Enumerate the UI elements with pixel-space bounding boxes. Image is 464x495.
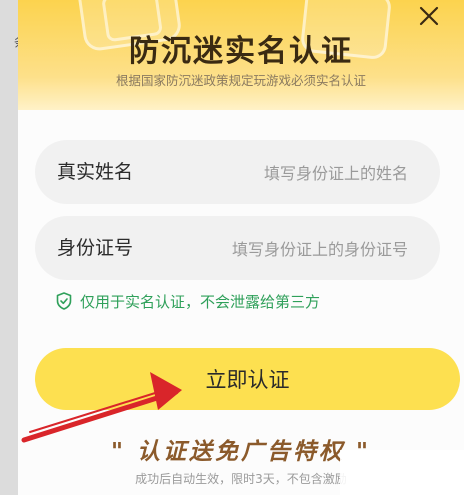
close-button[interactable] <box>413 0 445 32</box>
dialog-subtitle: 根据国家防沉迷政策规定玩游戏必须实名认证 <box>115 73 366 88</box>
watermark-overlay <box>340 450 464 495</box>
real-name-input[interactable] <box>156 152 410 194</box>
id-number-label: 身份证号 <box>57 237 134 259</box>
privacy-note-text: 仅用于实名认证，不会泄露给第三方 <box>80 292 321 311</box>
real-name-auth-dialog: 防沉迷实名认证 根据国家防沉迷政策规定玩游戏必须实名认证 真实姓名 身份证号 仅… <box>18 0 464 495</box>
privacy-note: 仅用于实名认证，不会泄露给第三方 <box>56 290 320 312</box>
close-icon <box>419 6 439 26</box>
verify-now-button[interactable]: 立即认证 <box>35 348 460 410</box>
shield-check-icon <box>56 292 72 310</box>
dialog-header: 防沉迷实名认证 根据国家防沉迷政策规定玩游戏必须实名认证 <box>18 0 464 110</box>
real-name-field: 真实姓名 <box>35 140 440 204</box>
id-number-field: 身份证号 <box>35 216 440 280</box>
dialog-title: 防沉迷实名认证 <box>129 34 353 69</box>
id-number-input[interactable] <box>156 228 410 270</box>
real-name-label: 真实姓名 <box>57 161 134 183</box>
